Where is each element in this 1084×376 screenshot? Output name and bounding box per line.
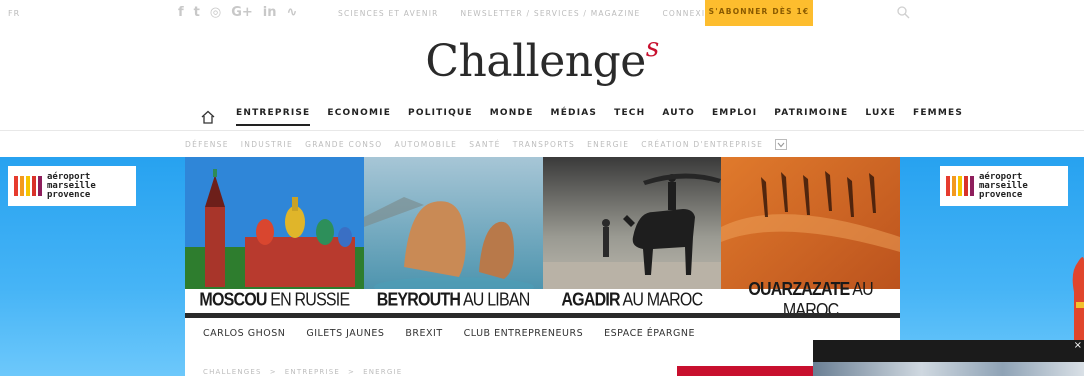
brand-bar (958, 176, 962, 196)
trending-tags: CARLOS GHOSN GILETS JAUNES BREXIT CLUB E… (185, 318, 900, 348)
brand-bar (952, 176, 956, 196)
nav-item-entreprise[interactable]: ENTREPRISE (236, 108, 311, 126)
logo-text: Challenge (425, 36, 646, 87)
subnav-item-automobile[interactable]: AUTOMOBILE (394, 140, 457, 149)
brand-bar (946, 176, 950, 196)
site-logo[interactable]: Challenges (0, 33, 1084, 87)
logo-suffix: s (645, 33, 659, 64)
caption-country: EN RUSSIE (270, 290, 350, 311)
subnav-item-industrie[interactable]: INDUSTRIE (241, 140, 293, 149)
airport-brand-logo: aéroport marseille provence (8, 166, 136, 206)
nav-item-monde[interactable]: MONDE (490, 108, 534, 126)
nav-item-luxe[interactable]: LUXE (865, 108, 896, 126)
nav-divider (0, 130, 1084, 131)
caption-city: BEYROUTH (376, 290, 461, 311)
main-navigation: ENTREPRISE ECONOMIE POLITIQUE MONDE MÉDI… (200, 108, 980, 126)
airport-brand-logo: aéroport marseille provence (940, 166, 1068, 206)
tag-club-entrepreneurs[interactable]: CLUB ENTREPRENEURS (464, 328, 583, 339)
close-icon[interactable]: × (1074, 340, 1082, 351)
brand-line: provence (979, 189, 1023, 200)
nav-item-tech[interactable]: TECH (614, 108, 645, 126)
tag-espace-epargne[interactable]: ESPACE ÉPARGNE (604, 328, 695, 339)
chevron-down-icon (777, 142, 785, 147)
caption-country: AU MAROC (622, 290, 704, 311)
tag-carlos-ghosn[interactable]: CARLOS GHOSN (203, 328, 285, 339)
caption-city: AGADIR (561, 290, 620, 311)
brand-line: provence (47, 189, 91, 200)
top-utility-bar: FR f t ◎ G+ in ∿ SCIENCES ET AVENIR NEWS… (0, 0, 1084, 30)
nav-item-auto[interactable]: AUTO (662, 108, 695, 126)
brand-color-bars (946, 176, 974, 196)
nav-item-economie[interactable]: ECONOMIE (327, 108, 391, 126)
tag-brexit[interactable]: BREXIT (405, 328, 442, 339)
ad-caption-moscow: MOSCOU EN RUSSIE (185, 291, 364, 312)
brand-text: aéroport marseille provence (979, 172, 1028, 200)
link-newsletter-services-magazine[interactable]: NEWSLETTER / SERVICES / MAGAZINE (461, 9, 641, 18)
red-promo-block[interactable] (677, 366, 817, 376)
subnav-item-grande-conso[interactable]: GRANDE CONSO (305, 140, 382, 149)
breadcrumb-energie[interactable]: ENERGIE (363, 368, 402, 376)
breadcrumb-separator: > (269, 368, 277, 376)
nav-item-politique[interactable]: POLITIQUE (408, 108, 473, 126)
breadcrumb: CHALLENGES > ENTREPRISE > ENERGIE (203, 368, 402, 376)
caption-country: AU LIBAN (462, 290, 530, 311)
nav-item-emploi[interactable]: EMPLOI (712, 108, 757, 126)
brand-bar (26, 176, 30, 196)
floating-video-player[interactable]: × (813, 340, 1084, 376)
nav-item-patrimoine[interactable]: PATRIMOINE (774, 108, 848, 126)
brand-bar (970, 176, 974, 196)
facebook-icon[interactable]: f (178, 5, 184, 20)
breadcrumb-challenges[interactable]: CHALLENGES (203, 368, 262, 376)
brand-bar (38, 176, 42, 196)
brand-color-bars (14, 176, 42, 196)
article-area: CHALLENGES > ENTREPRISE > ENERGIE (185, 348, 900, 376)
subscribe-button[interactable]: S'ABONNER DÈS 1€ (705, 0, 813, 26)
brand-bar (14, 176, 18, 196)
search-icon[interactable] (896, 5, 910, 19)
brand-text: aéroport marseille provence (47, 172, 96, 200)
googleplus-icon[interactable]: G+ (231, 5, 253, 20)
caption-city: MOSCOU (199, 290, 267, 311)
ad-caption-beirut: BEYROUTH AU LIBAN (364, 291, 543, 312)
social-links: f t ◎ G+ in ∿ (178, 5, 297, 20)
linkedin-icon[interactable]: in (263, 5, 277, 20)
top-links: SCIENCES ET AVENIR NEWSLETTER / SERVICES… (338, 9, 719, 18)
brand-bar (964, 176, 968, 196)
nav-item-femmes[interactable]: FEMMES (913, 108, 963, 126)
nav-item-medias[interactable]: MÉDIAS (551, 108, 598, 126)
breadcrumb-separator: > (348, 368, 356, 376)
subnav-item-creation-entreprise[interactable]: CRÉATION D'ENTREPRISE (641, 140, 763, 149)
ad-skin-left[interactable]: aéroport marseille provence (0, 157, 185, 376)
subnav-item-defense[interactable]: DÉFENSE (185, 140, 229, 149)
caption-city: OUARZAZATE (748, 280, 850, 300)
sub-navigation: DÉFENSE INDUSTRIE GRANDE CONSO AUTOMOBIL… (185, 139, 788, 150)
breadcrumb-entreprise[interactable]: ENTREPRISE (285, 368, 340, 376)
subnav-item-transports[interactable]: TRANSPORTS (513, 140, 575, 149)
link-sciences-et-avenir[interactable]: SCIENCES ET AVENIR (338, 9, 439, 18)
subnav-more-button[interactable] (775, 139, 788, 150)
home-icon[interactable] (200, 109, 216, 125)
rss-icon[interactable]: ∿ (287, 5, 298, 20)
video-frame (813, 362, 1084, 376)
brand-bar (20, 176, 24, 196)
tag-gilets-jaunes[interactable]: GILETS JAUNES (306, 328, 384, 339)
brand-bar (32, 176, 36, 196)
twitter-icon[interactable]: t (194, 5, 200, 20)
subnav-item-energie[interactable]: ENERGIE (587, 140, 629, 149)
ad-caption-agadir: AGADIR AU MAROC (543, 291, 722, 312)
language-label[interactable]: FR (8, 9, 20, 18)
instagram-icon[interactable]: ◎ (210, 5, 221, 20)
subnav-item-sante[interactable]: SANTÉ (469, 140, 500, 149)
ad-caption-bar: MOSCOU EN RUSSIE BEYROUTH AU LIBAN AGADI… (185, 280, 900, 321)
